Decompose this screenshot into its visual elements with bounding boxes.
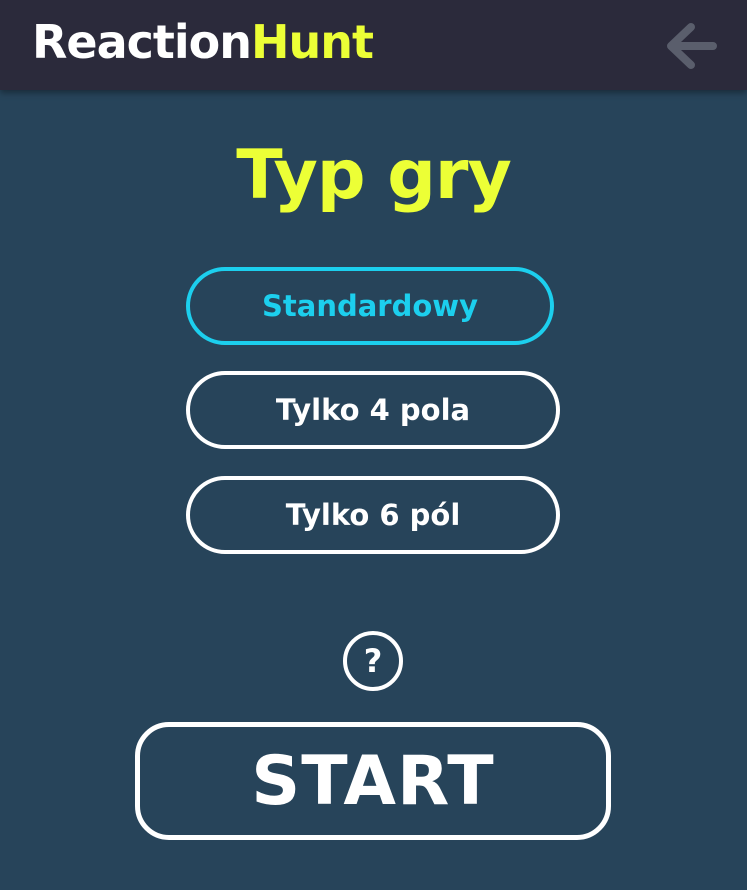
game-type-standard-button[interactable]: Standardowy xyxy=(186,267,554,345)
game-type-6-fields-button[interactable]: Tylko 6 pól xyxy=(186,476,560,554)
game-type-4-fields-button[interactable]: Tylko 4 pola xyxy=(186,371,560,449)
option-label: Tylko 6 pól xyxy=(285,498,461,532)
logo-text-reaction: Reaction xyxy=(32,15,252,69)
option-label: Tylko 4 pola xyxy=(275,393,471,427)
question-circle-icon[interactable]: ? xyxy=(343,631,403,691)
app-logo[interactable]: ReactionHunt xyxy=(32,14,374,70)
logo-text-hunt: Hunt xyxy=(251,15,374,69)
arrow-left-icon xyxy=(667,23,717,69)
option-label: Standardowy xyxy=(262,289,478,323)
back-button[interactable] xyxy=(661,18,721,74)
start-button[interactable]: START xyxy=(135,722,611,840)
start-label: START xyxy=(251,741,495,821)
help-symbol: ? xyxy=(363,642,383,680)
app-header: ReactionHunt xyxy=(0,0,747,90)
page-title: Typ gry xyxy=(236,136,512,215)
